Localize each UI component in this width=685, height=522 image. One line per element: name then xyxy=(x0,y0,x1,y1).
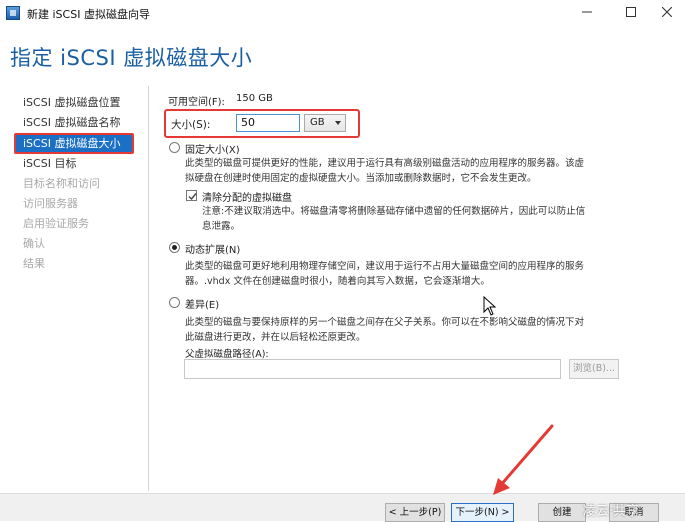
clear-disk-desc-line1: 注意:不建议取消选中。将磁盘清零将删除基础存储中遗留的任何数据碎片，因此可以防止… xyxy=(202,206,586,217)
differencing-desc-line1: 此类型的磁盘与要保持原样的另一个磁盘之间存在父子关系。你可以在不影响父磁盘的情况… xyxy=(185,317,585,328)
free-space-label: 可用空间(F): xyxy=(168,97,225,108)
minimize-button[interactable] xyxy=(569,0,605,24)
clear-disk-checkbox[interactable] xyxy=(186,190,197,201)
nav-divider xyxy=(148,86,149,491)
window-titlebar: 新建 iSCSI 虚拟磁盘向导 xyxy=(0,0,685,26)
mouse-cursor-icon xyxy=(483,296,497,316)
nav-item-results: 结果 xyxy=(23,257,45,270)
fixed-size-desc-line2: 拟硬盘在创建时使用固定的虚拟硬盘大小。当添加或删除数据时，它不会发生更改。 xyxy=(185,173,537,184)
size-unit-value: GB xyxy=(310,117,325,128)
maximize-icon xyxy=(626,7,636,17)
size-input[interactable]: 50 xyxy=(236,114,300,132)
clear-disk-label: 清除分配的虚拟磁盘 xyxy=(202,193,292,204)
differencing-label: 差异(E) xyxy=(185,300,220,311)
free-space-value: 150 GB xyxy=(236,93,273,104)
dynamic-desc-line1: 此类型的磁盘可更好地利用物理存储空间，建议用于运行不占用大量磁盘空间的应用程序的… xyxy=(185,261,585,272)
dynamic-expand-radio[interactable] xyxy=(169,242,180,253)
nav-item-confirm: 确认 xyxy=(23,237,45,250)
close-icon xyxy=(662,7,672,17)
dynamic-desc-line2: 器。.vhdx 文件在创建磁盘时很小，随着向其写入数据，它会逐渐增大。 xyxy=(185,276,490,287)
create-button[interactable]: 创建 xyxy=(538,503,586,522)
nav-item-auth-services: 启用验证服务 xyxy=(23,217,89,230)
window-title: 新建 iSCSI 虚拟磁盘向导 xyxy=(27,8,150,21)
nav-item-target-name-access: 目标名称和访问 xyxy=(23,177,100,190)
maximize-button[interactable] xyxy=(613,0,649,24)
chevron-down-icon xyxy=(335,121,341,125)
nav-item-disk-name[interactable]: iSCSI 虚拟磁盘名称 xyxy=(14,113,134,133)
check-icon xyxy=(188,193,197,201)
app-icon xyxy=(6,6,20,20)
page-title: 指定 iSCSI 虚拟磁盘大小 xyxy=(10,46,253,70)
nav-item-disk-size[interactable]: iSCSI 虚拟磁盘大小 xyxy=(14,133,134,154)
nav-item-disk-location[interactable]: iSCSI 虚拟磁盘位置 xyxy=(14,93,134,113)
wizard-steps-nav: iSCSI 虚拟磁盘位置 iSCSI 虚拟磁盘名称 iSCSI 虚拟磁盘大小 i… xyxy=(14,93,134,274)
fixed-size-desc-line1: 此类型的磁盘可提供更好的性能，建议用于运行具有高级别磁盘活动的应用程序的服务器。… xyxy=(185,158,585,169)
fixed-size-radio[interactable] xyxy=(169,142,180,153)
browse-button[interactable]: 浏览(B)... xyxy=(569,359,619,379)
parent-path-input[interactable] xyxy=(184,359,561,379)
size-label: 大小(S): xyxy=(171,119,211,131)
watermark: 凌云·共享 xyxy=(583,504,640,519)
nav-item-access-servers: 访问服务器 xyxy=(23,197,78,210)
close-button[interactable] xyxy=(649,0,685,24)
parent-path-label: 父虚拟磁盘路径(A): xyxy=(185,349,269,360)
clear-disk-desc-line2: 息泄露。 xyxy=(202,221,241,232)
differencing-radio[interactable] xyxy=(169,297,180,308)
differencing-desc-line2: 此磁盘进行更改，并在以后轻松还原更改。 xyxy=(185,332,366,343)
minimize-icon xyxy=(582,11,592,13)
nav-item-target[interactable]: iSCSI 目标 xyxy=(14,154,134,174)
dynamic-expand-label: 动态扩展(N) xyxy=(185,245,241,256)
size-unit-select[interactable]: GB xyxy=(304,114,346,132)
next-button[interactable]: 下一步(N) > xyxy=(451,503,514,522)
previous-button[interactable]: < 上一步(P) xyxy=(385,503,445,522)
fixed-size-label: 固定大小(X) xyxy=(185,145,240,156)
